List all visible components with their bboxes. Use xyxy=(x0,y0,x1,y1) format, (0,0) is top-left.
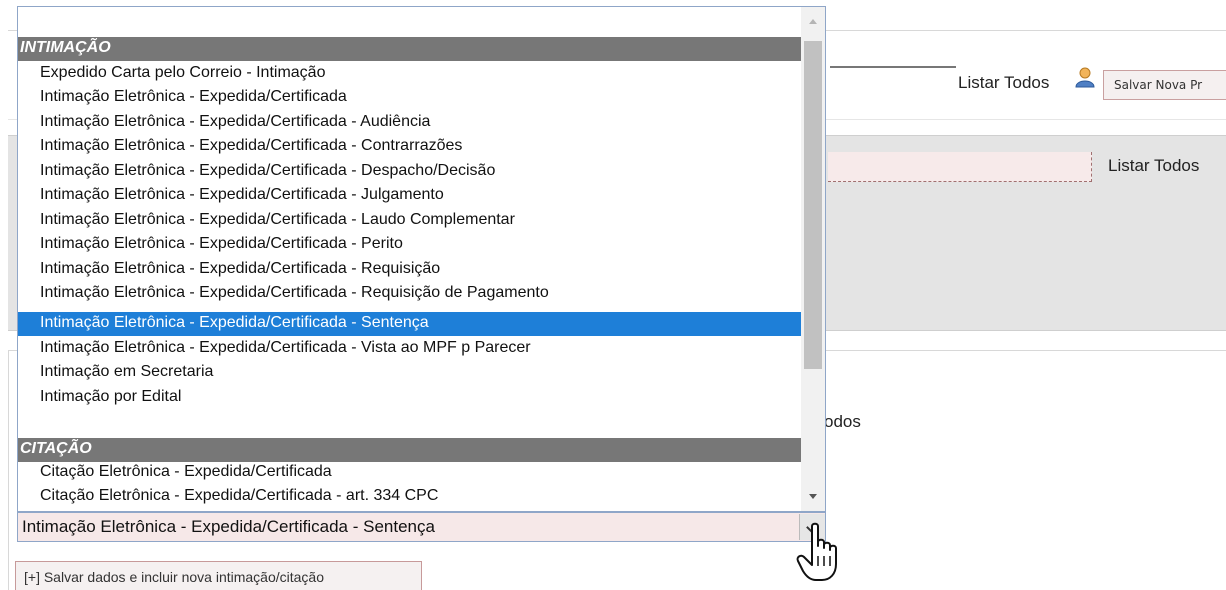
listar-todos-top-link[interactable]: Listar Todos xyxy=(958,73,1049,93)
select-dropdown-list[interactable]: INTIMAÇÃO Expedido Carta pelo Correio - … xyxy=(17,6,826,512)
middle-input-field[interactable] xyxy=(828,152,1092,182)
option-item[interactable]: Intimação por Edital xyxy=(18,386,801,410)
option-item[interactable]: Intimação Eletrônica - Expedida/Certific… xyxy=(18,282,801,306)
dropdown-options: INTIMAÇÃO Expedido Carta pelo Correio - … xyxy=(18,7,801,511)
option-item[interactable]: Intimação Eletrônica - Expedida/Certific… xyxy=(18,337,801,361)
hand-cursor-icon xyxy=(796,522,842,584)
scrollbar-thumb[interactable] xyxy=(804,41,822,369)
page: Listar Todos Salvar Nova Pr Listar Todos… xyxy=(0,0,1226,590)
option-item[interactable]: Intimação Eletrônica - Expedida/Certific… xyxy=(18,135,801,159)
salvar-novo-processo-button[interactable]: Salvar Nova Pr xyxy=(1103,70,1226,100)
top-field-underline xyxy=(830,66,956,68)
tipo-intimacao-select[interactable]: Intimação Eletrônica - Expedida/Certific… xyxy=(17,512,826,542)
option-item[interactable]: Intimação Eletrônica - Expedida/Certific… xyxy=(18,233,801,257)
optgroup-citacao: CITAÇÃO xyxy=(18,438,801,462)
option-item-selected[interactable]: Intimação Eletrônica - Expedida/Certific… xyxy=(18,312,801,336)
option-item[interactable]: Intimação Eletrônica - Expedida/Certific… xyxy=(18,184,801,208)
scroll-up-arrow-icon[interactable] xyxy=(801,7,825,37)
salvar-e-incluir-button[interactable]: [+] Salvar dados e incluir nova intimaçã… xyxy=(15,561,422,590)
option-item[interactable]: Intimação Eletrônica - Expedida/Certific… xyxy=(18,258,801,282)
option-item[interactable]: Citação Eletrônica - Expedida/Certificad… xyxy=(18,485,801,509)
option-item[interactable]: Expedido Carta pelo Correio - Intimação xyxy=(18,62,801,86)
listar-todos-top-label: Listar Todos xyxy=(958,73,1050,92)
option-item[interactable]: Intimação Eletrônica - Expedida/Certific… xyxy=(18,111,801,135)
optgroup-intimacao: INTIMAÇÃO xyxy=(18,37,801,61)
option-item[interactable]: Intimação Eletrônica - Expedida/Certific… xyxy=(18,86,801,110)
listar-todos-middle-link[interactable]: Listar Todos xyxy=(1108,156,1199,176)
dropdown-scrollbar[interactable] xyxy=(801,7,825,511)
scroll-down-arrow-icon[interactable] xyxy=(801,483,825,511)
option-item[interactable]: Intimação Eletrônica - Expedida/Certific… xyxy=(18,209,801,233)
option-item[interactable]: Intimação Eletrônica - Expedida/Certific… xyxy=(18,160,801,184)
select-selected-value: Intimação Eletrônica - Expedida/Certific… xyxy=(22,517,435,536)
listar-todos-bottom-link[interactable]: odos xyxy=(824,412,861,432)
option-item[interactable]: Citação Eletrônica - Expedida/Certificad… xyxy=(18,461,801,485)
user-icon[interactable] xyxy=(1074,66,1096,88)
option-item[interactable]: Intimação em Secretaria xyxy=(18,361,801,385)
